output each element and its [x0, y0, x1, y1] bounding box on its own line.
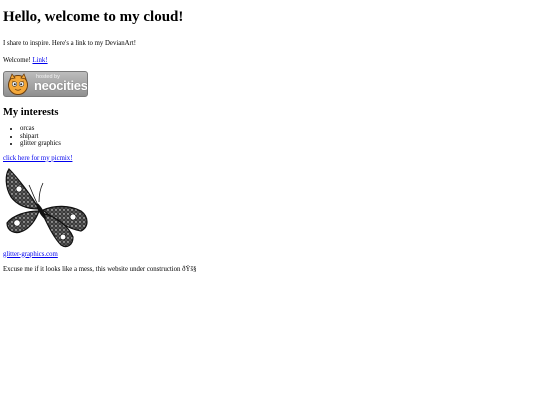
- welcome-label: Welcome!: [3, 57, 31, 64]
- interests-heading: My interests: [3, 107, 59, 118]
- interest-item: orcas: [20, 125, 537, 133]
- interests-list: orcas shipart glitter graphics: [3, 125, 537, 148]
- neocities-badge[interactable]: hosted by neocities: [3, 71, 88, 97]
- intro-text: I share to inspire. Here's a link to my …: [3, 40, 136, 47]
- neocities-cat-icon: [8, 73, 28, 95]
- interest-item: glitter graphics: [20, 140, 537, 148]
- glitter-butterfly-image[interactable]: [3, 165, 89, 251]
- page-content: Hello, welcome to my cloud! I share to i…: [3, 0, 537, 274]
- glitter-graphics-link[interactable]: glitter-graphics.com: [3, 251, 537, 259]
- interest-item: shipart: [20, 133, 537, 141]
- badge-brand: neocities: [34, 78, 88, 93]
- picmix-link[interactable]: click here for my picmix!: [3, 155, 537, 163]
- deviantart-link[interactable]: Link!: [32, 57, 47, 64]
- page-title: Hello, welcome to my cloud!: [3, 9, 184, 25]
- construction-note: Excuse me if it looks like a mess, this …: [3, 265, 197, 273]
- welcome-line: Welcome! Link!: [3, 57, 537, 65]
